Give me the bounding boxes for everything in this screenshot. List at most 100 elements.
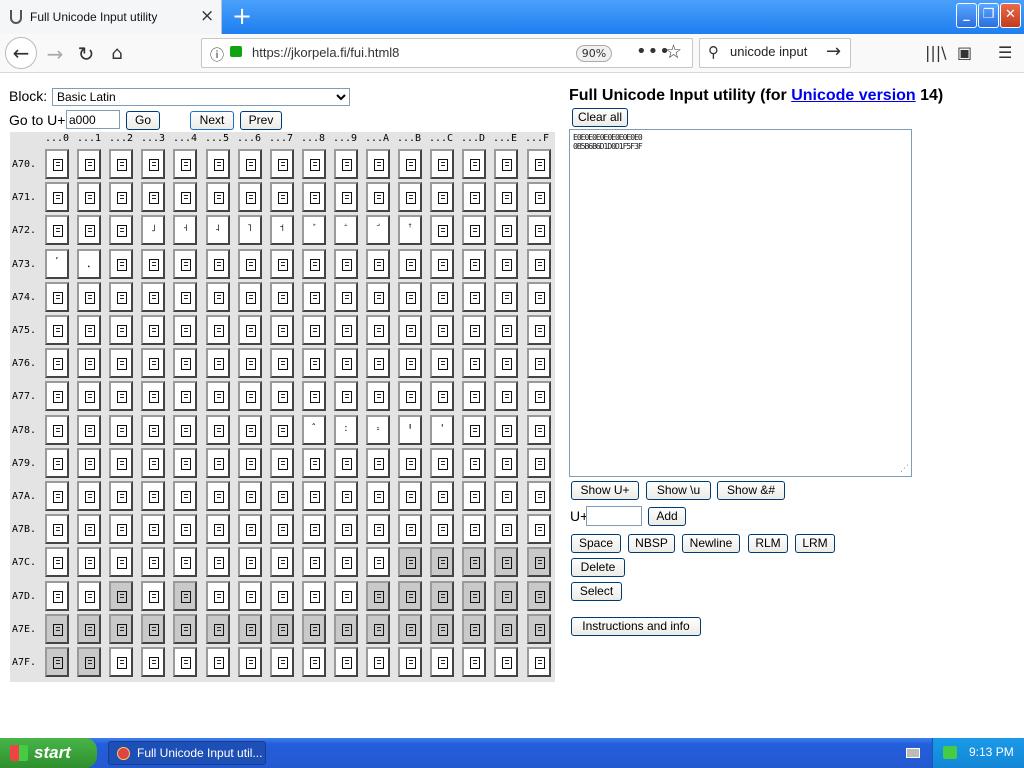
char-cell[interactable]	[269, 182, 294, 213]
char-cell[interactable]	[398, 315, 423, 345]
char-cell[interactable]	[205, 315, 230, 345]
char-cell[interactable]: ꜙ	[333, 215, 358, 246]
char-cell[interactable]	[109, 447, 134, 478]
char-cell[interactable]	[237, 647, 262, 677]
char-cell[interactable]	[526, 547, 551, 578]
back-icon[interactable]: ←	[5, 37, 37, 69]
char-cell[interactable]	[333, 348, 358, 379]
info-icon[interactable]: ⓘ	[210, 45, 224, 65]
char-cell[interactable]	[205, 547, 230, 578]
char-cell[interactable]	[173, 149, 198, 179]
char-cell[interactable]	[45, 481, 69, 511]
char-cell[interactable]	[45, 381, 69, 412]
char-cell[interactable]	[141, 248, 166, 279]
char-cell[interactable]	[237, 248, 262, 279]
char-cell[interactable]	[269, 281, 294, 312]
char-cell[interactable]	[77, 315, 102, 345]
char-cell[interactable]	[77, 647, 102, 677]
char-cell[interactable]	[333, 315, 358, 345]
char-cell[interactable]	[366, 315, 390, 345]
keyboard-icon[interactable]	[906, 748, 920, 758]
char-cell[interactable]	[45, 281, 69, 312]
char-cell[interactable]	[301, 182, 326, 213]
char-cell[interactable]	[494, 381, 519, 412]
forward-icon[interactable]: →	[40, 39, 70, 69]
library-icon[interactable]: |||\	[925, 43, 947, 62]
char-cell[interactable]	[77, 414, 102, 445]
char-cell[interactable]	[173, 281, 198, 312]
char-cell[interactable]	[45, 348, 69, 379]
char-cell[interactable]	[462, 647, 487, 677]
char-cell[interactable]: ˧	[173, 215, 198, 246]
char-cell[interactable]	[494, 613, 519, 644]
char-cell[interactable]	[430, 514, 455, 545]
window-close-icon[interactable]: ✕	[1000, 3, 1021, 28]
char-cell[interactable]	[333, 149, 358, 179]
char-cell[interactable]	[398, 613, 423, 644]
char-cell[interactable]	[494, 447, 519, 478]
char-cell[interactable]	[333, 514, 358, 545]
char-cell[interactable]	[494, 248, 519, 279]
char-cell[interactable]	[366, 447, 390, 478]
char-cell[interactable]	[269, 647, 294, 677]
char-cell[interactable]	[526, 182, 551, 213]
char-cell[interactable]	[462, 248, 487, 279]
char-cell[interactable]	[141, 447, 166, 478]
char-cell[interactable]	[301, 248, 326, 279]
char-cell[interactable]: ꞌ	[430, 414, 455, 445]
char-cell[interactable]	[45, 547, 69, 578]
char-cell[interactable]	[526, 647, 551, 677]
char-cell[interactable]	[494, 315, 519, 345]
char-cell[interactable]	[366, 547, 390, 578]
char-cell[interactable]	[205, 414, 230, 445]
char-cell[interactable]	[462, 481, 487, 511]
char-cell[interactable]	[333, 182, 358, 213]
char-cell[interactable]	[109, 315, 134, 345]
char-cell[interactable]	[398, 514, 423, 545]
char-cell[interactable]	[366, 514, 390, 545]
char-cell[interactable]	[430, 447, 455, 478]
char-cell[interactable]	[333, 248, 358, 279]
char-cell[interactable]	[462, 414, 487, 445]
char-cell[interactable]	[77, 547, 102, 578]
char-cell[interactable]	[141, 613, 166, 644]
char-cell[interactable]	[237, 481, 262, 511]
char-cell[interactable]	[173, 514, 198, 545]
char-cell[interactable]	[205, 613, 230, 644]
char-cell[interactable]	[430, 547, 455, 578]
char-cell[interactable]	[77, 613, 102, 644]
char-cell[interactable]	[173, 613, 198, 644]
char-cell[interactable]	[205, 647, 230, 677]
char-cell[interactable]	[333, 647, 358, 677]
char-cell[interactable]	[109, 182, 134, 213]
char-cell[interactable]	[301, 547, 326, 578]
char-cell[interactable]	[494, 215, 519, 246]
char-cell[interactable]	[269, 547, 294, 578]
char-cell[interactable]	[109, 514, 134, 545]
char-cell[interactable]	[526, 381, 551, 412]
char-cell[interactable]	[141, 281, 166, 312]
char-cell[interactable]	[366, 613, 390, 644]
char-cell[interactable]	[237, 315, 262, 345]
char-cell[interactable]	[430, 182, 455, 213]
codepoint-input[interactable]	[586, 506, 642, 526]
char-cell[interactable]	[237, 514, 262, 545]
show-uplus-button[interactable]: Show U+	[571, 481, 639, 500]
char-cell[interactable]	[237, 447, 262, 478]
char-cell[interactable]	[77, 381, 102, 412]
char-cell[interactable]	[45, 580, 69, 611]
char-cell[interactable]	[205, 281, 230, 312]
tab-active[interactable]: Full Unicode Input utility ×	[0, 0, 222, 34]
char-cell[interactable]	[333, 281, 358, 312]
char-cell[interactable]	[77, 281, 102, 312]
char-cell[interactable]	[269, 348, 294, 379]
char-cell[interactable]	[141, 647, 166, 677]
unicode-version-link[interactable]: Unicode version	[791, 87, 915, 104]
char-cell[interactable]	[141, 348, 166, 379]
char-cell[interactable]	[398, 149, 423, 179]
char-cell[interactable]	[462, 514, 487, 545]
char-cell[interactable]	[462, 447, 487, 478]
char-cell[interactable]	[366, 149, 390, 179]
char-cell[interactable]	[398, 348, 423, 379]
zoom-badge[interactable]: 90%	[576, 45, 612, 62]
